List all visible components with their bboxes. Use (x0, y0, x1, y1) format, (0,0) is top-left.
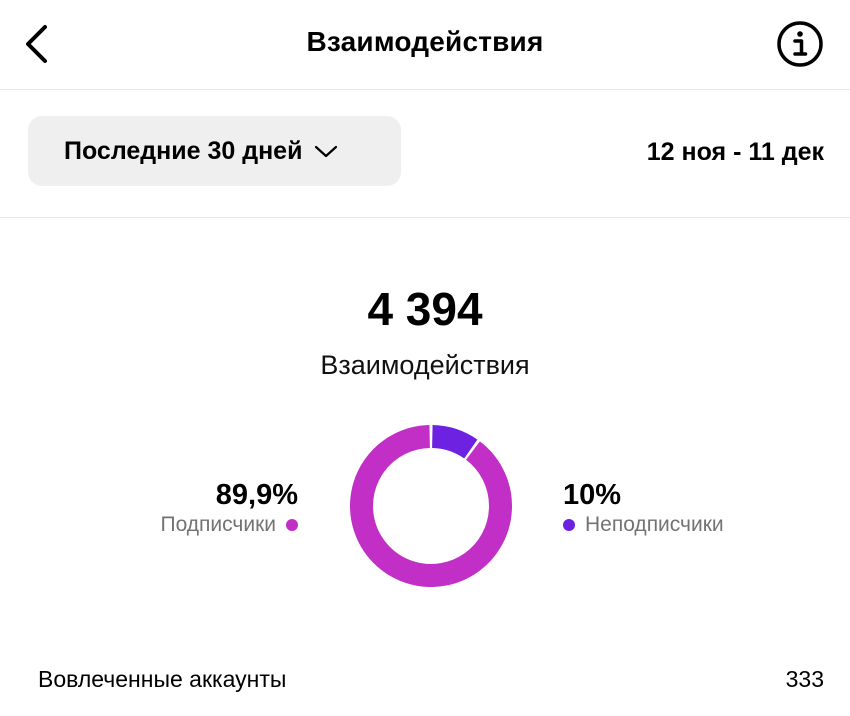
followers-percent: 89,9% (215, 479, 298, 511)
non-followers-legend: 10% Неподписчики (563, 480, 724, 537)
engaged-accounts-row[interactable]: Вовлеченные аккаунты 333 (38, 666, 824, 693)
engaged-accounts-value: 333 (785, 666, 824, 692)
date-range: 12 ноя - 11 дек (646, 138, 824, 166)
followers-label: Подписчики (160, 513, 276, 536)
followers-legend: 89,9% Подписчики (160, 480, 298, 537)
period-label: Последние 30 дней (64, 136, 303, 165)
non-followers-dot (563, 519, 575, 531)
filter-row: Последние 30 дней 12 ноя - 11 дек (0, 90, 850, 218)
audience-donut-chart (350, 425, 512, 587)
info-button[interactable] (776, 20, 824, 68)
chevron-down-icon (315, 145, 338, 158)
info-icon (777, 21, 823, 67)
period-dropdown[interactable]: Последние 30 дней (28, 116, 401, 186)
header: Взаимодействия (0, 0, 850, 90)
engaged-accounts-label: Вовлеченные аккаунты (38, 666, 287, 692)
total-interactions: 4 394 (367, 283, 483, 335)
non-followers-percent: 10% (563, 479, 622, 511)
non-followers-slice (431, 425, 478, 459)
non-followers-label: Неподписчики (585, 513, 724, 536)
followers-slice (350, 425, 512, 587)
page-title: Взаимодействия (306, 26, 544, 57)
total-label: Взаимодействия (320, 350, 530, 380)
followers-dot (286, 519, 298, 531)
